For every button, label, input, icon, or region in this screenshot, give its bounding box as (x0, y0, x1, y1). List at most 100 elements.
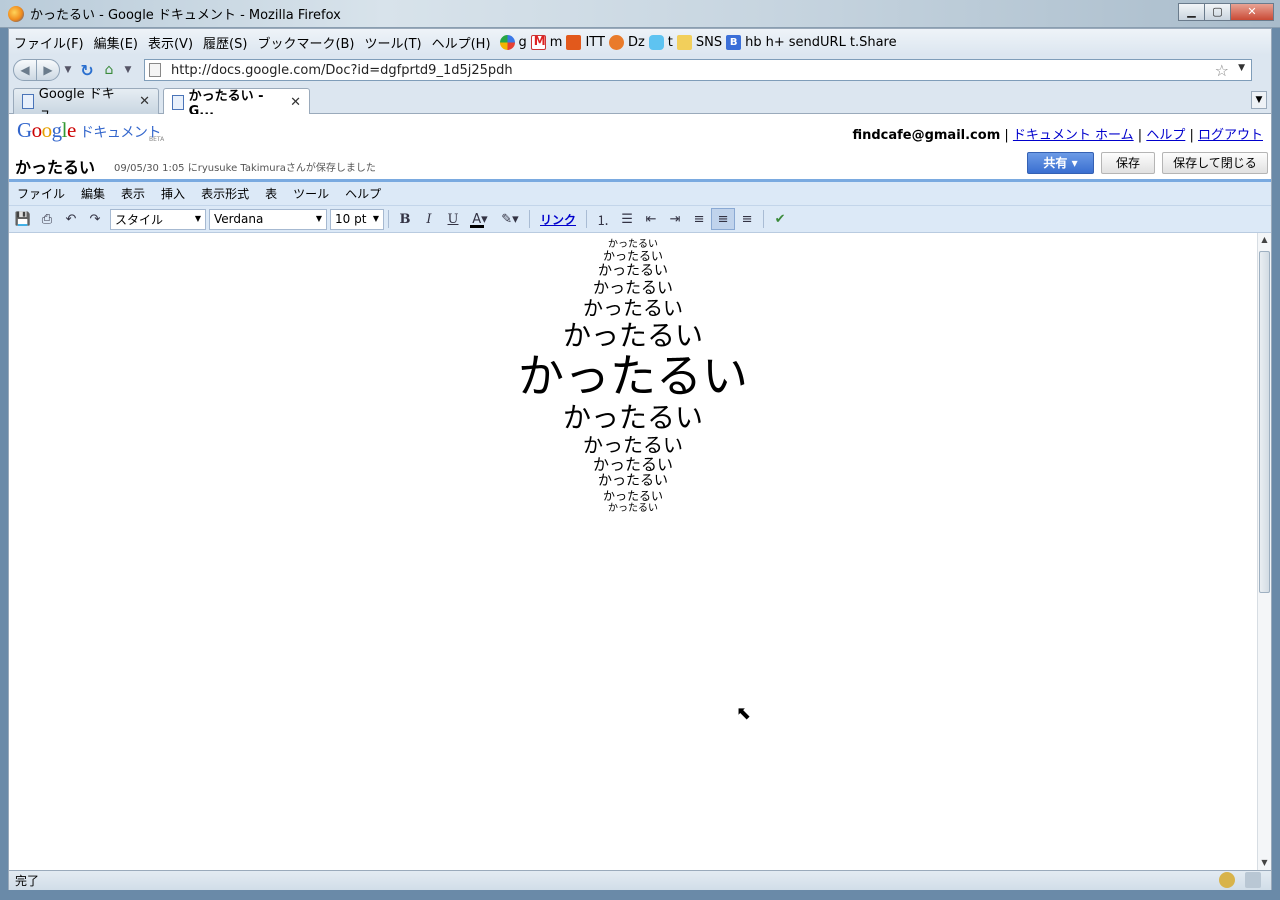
style-select[interactable]: スタイル ▼ (110, 208, 206, 230)
history-dropdown[interactable]: ▼ (60, 65, 76, 75)
menu-help[interactable]: ヘルプ(H) (427, 33, 496, 52)
forward-button[interactable]: ▶ (36, 59, 60, 81)
document-editor[interactable]: かったるい かったるい かったるい かったるい かったるい かったるい かったるい かったるい… (9, 233, 1257, 870)
menu-history[interactable]: 履歴(S) (198, 33, 252, 52)
align-center-icon[interactable]: ≡ (711, 208, 736, 230)
doc-menu-help[interactable]: ヘルプ (337, 185, 389, 202)
close-tab-icon[interactable]: ✕ (290, 95, 301, 110)
dzone-icon (608, 34, 624, 50)
font-select[interactable]: Verdana ▼ (209, 208, 327, 230)
document-line[interactable]: かったるい (9, 249, 1257, 263)
menu-bookmarks[interactable]: ブックマーク(B) (252, 33, 359, 52)
document-line[interactable]: かったるい (9, 473, 1257, 490)
save-and-close-button[interactable]: 保存して閉じる (1162, 152, 1268, 174)
bookmark-tshare[interactable]: t.Share (9, 34, 897, 129)
minimize-button[interactable]: ▁ (1178, 3, 1205, 21)
bookmark-sendurl[interactable]: sendURL (9, 35, 846, 129)
close-window-button[interactable]: ✕ (1230, 3, 1274, 21)
twitter-icon[interactable] (1245, 872, 1261, 888)
reload-button[interactable]: ↻ (76, 61, 98, 80)
document-body[interactable]: かったるい かったるい かったるい かったるい かったるい かったるい かったるい かったるい… (9, 239, 1257, 514)
docs-home-link[interactable]: ドキュメント ホーム (1013, 128, 1134, 143)
doc-menu-view[interactable]: 表示 (113, 185, 153, 202)
close-tab-icon[interactable]: ✕ (139, 94, 150, 109)
firefox-icon (8, 5, 24, 22)
greasemonkey-icon[interactable] (1219, 872, 1235, 888)
doc-menu-table[interactable]: 表 (257, 185, 285, 202)
bookmark-hb[interactable]: Bhb (726, 34, 762, 50)
spellcheck-icon[interactable]: ✔ (768, 208, 792, 230)
toolbar-separator (529, 210, 530, 228)
url-dropdown-icon[interactable]: ▼ (1238, 63, 1245, 73)
menu-file[interactable]: ファイル(F) (9, 33, 89, 52)
doc-menu-insert[interactable]: 挿入 (153, 185, 193, 202)
bookmark-g[interactable]: g (499, 34, 527, 50)
decrease-indent-icon[interactable]: ⇤ (639, 208, 663, 230)
undo-icon[interactable]: ↶ (59, 208, 83, 230)
doc-menu-format[interactable]: 表示形式 (193, 185, 257, 202)
bookmark-itt[interactable]: ITT (566, 34, 605, 50)
doc-menu-edit[interactable]: 編集 (73, 185, 113, 202)
status-bar: 完了 (9, 870, 1271, 890)
document-line[interactable]: かったるい (9, 297, 1257, 320)
twitter-icon (648, 34, 664, 50)
document-line[interactable]: かったるい (9, 433, 1257, 456)
document-line[interactable]: かったるい (9, 402, 1257, 434)
increase-indent-icon[interactable]: ⇥ (663, 208, 687, 230)
menu-view[interactable]: 表示(V) (143, 33, 198, 52)
text-color-button[interactable]: A▾ (465, 208, 495, 230)
align-left-icon[interactable]: ≡ (687, 208, 711, 230)
bookmark-label: ITT (585, 34, 605, 50)
document-line[interactable]: かったるい (9, 279, 1257, 297)
doc-menu-tools[interactable]: ツール (285, 185, 337, 202)
vertical-scrollbar[interactable]: ▲ ▼ (1257, 233, 1271, 870)
insert-link-button[interactable]: リンク (534, 211, 582, 228)
bulleted-list-icon[interactable]: ☰ (615, 208, 639, 230)
document-line[interactable]: かったるい (9, 263, 1257, 280)
save-button[interactable]: 保存 (1101, 152, 1155, 174)
bookmark-m[interactable]: m (530, 34, 562, 50)
share-button[interactable]: 共有 ▾ (1027, 152, 1094, 174)
bold-button[interactable]: B (393, 208, 417, 230)
doc-menu-file[interactable]: ファイル (9, 185, 73, 202)
italic-button[interactable]: I (417, 208, 441, 230)
redo-icon[interactable]: ↷ (83, 208, 107, 230)
maximize-button[interactable]: ▢ (1204, 3, 1231, 21)
scroll-down-icon[interactable]: ▼ (1258, 856, 1271, 870)
google-docs-logo[interactable]: Google ドキュメント (17, 118, 161, 143)
home-dropdown[interactable]: ▼ (120, 65, 136, 75)
tab-google-docs[interactable]: Google ドキュ... ✕ (13, 87, 159, 121)
bookmark-label: t.Share (849, 34, 897, 50)
scrollbar-thumb[interactable] (1259, 251, 1270, 593)
align-right-icon[interactable]: ≡ (735, 208, 759, 230)
document-line[interactable]: かったるい (9, 489, 1257, 503)
star-icon[interactable]: ☆ (1215, 61, 1229, 80)
document-line[interactable]: かったるい (9, 456, 1257, 474)
tab-current-document[interactable]: かったるい - G... ✕ (163, 88, 310, 119)
highlight-color-button[interactable]: ✎▾ (495, 208, 525, 230)
numbered-list-icon[interactable]: ⒈ (591, 208, 615, 230)
scroll-up-icon[interactable]: ▲ (1258, 233, 1271, 247)
bookmark-sns[interactable]: SNS (676, 34, 722, 50)
underline-button[interactable]: U (441, 208, 465, 230)
document-line[interactable]: かったるい (9, 503, 1257, 514)
print-icon[interactable]: ⎙ (35, 208, 59, 230)
logout-link[interactable]: ログアウト (1198, 128, 1263, 143)
menu-edit[interactable]: 編集(E) (89, 33, 143, 52)
bookmark-t[interactable]: t (648, 34, 673, 50)
bookmark-dz[interactable]: Dz (608, 34, 645, 50)
tab-list-dropdown[interactable]: ▼ (1251, 91, 1267, 109)
document-line[interactable]: かったるい (9, 319, 1257, 351)
back-button[interactable]: ◀ (13, 59, 37, 81)
help-link[interactable]: ヘルプ (1146, 128, 1185, 143)
document-title[interactable]: かったるい (15, 154, 95, 178)
home-button[interactable]: ⌂ (98, 62, 120, 78)
document-line[interactable]: かったるい (9, 350, 1257, 403)
save-icon[interactable]: 💾 (11, 208, 35, 230)
font-size-select[interactable]: 10 pt ▼ (330, 208, 384, 230)
menu-tools[interactable]: ツール(T) (360, 33, 427, 52)
url-bar[interactable]: http://docs.google.com/Doc?id=dgfprtd9_1… (144, 59, 1252, 81)
bookmark-hplus[interactable]: h+ (9, 35, 785, 129)
style-value: スタイル (115, 212, 164, 227)
folder-icon (676, 34, 692, 50)
